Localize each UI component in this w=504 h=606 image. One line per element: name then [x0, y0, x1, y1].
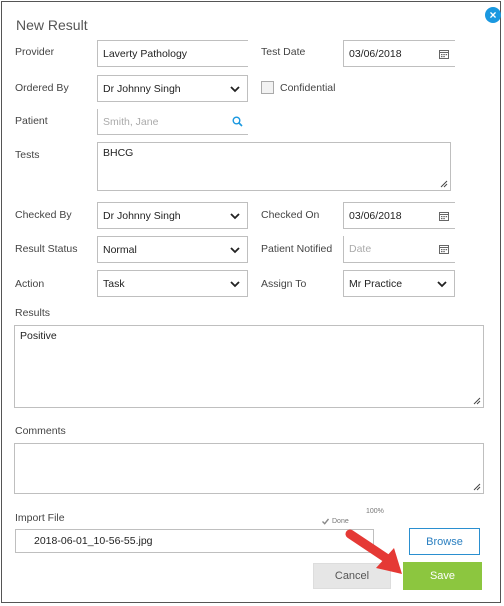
calendar-icon[interactable]	[439, 211, 449, 221]
assign-to-value: Mr Practice	[349, 277, 403, 290]
resize-handle-icon[interactable]	[440, 180, 448, 188]
patient-search-input[interactable]: Smith, Jane	[97, 109, 248, 135]
comments-textarea[interactable]	[14, 443, 484, 494]
comments-label: Comments	[15, 425, 66, 437]
results-label: Results	[15, 307, 51, 319]
ordered-by-value: Dr Johnny Singh	[103, 82, 181, 95]
checked-on-value: 03/06/2018	[349, 209, 402, 222]
chevron-down-icon	[230, 246, 240, 253]
calendar-icon[interactable]	[439, 244, 449, 254]
upload-status-text: Done	[332, 518, 349, 525]
tests-textarea[interactable]: BHCG	[97, 142, 451, 191]
action-select[interactable]: Task	[97, 270, 248, 297]
ordered-by-select[interactable]: Dr Johnny Singh	[97, 75, 248, 102]
result-status-select[interactable]: Normal	[97, 236, 248, 263]
patient-placeholder: Smith, Jane	[103, 115, 159, 128]
patient-label: Patient	[15, 115, 48, 127]
ordered-by-label: Ordered By	[15, 82, 69, 94]
assign-to-select[interactable]: Mr Practice	[343, 270, 455, 297]
calendar-icon[interactable]	[439, 49, 449, 59]
checked-by-select[interactable]: Dr Johnny Singh	[97, 202, 248, 229]
test-date-value: 03/06/2018	[349, 47, 402, 60]
test-date-input[interactable]: 03/06/2018	[343, 40, 455, 67]
upload-progress-label: 100%	[366, 508, 384, 515]
results-textarea[interactable]: Positive	[14, 325, 484, 408]
action-value: Task	[103, 277, 125, 290]
chevron-down-icon	[230, 212, 240, 219]
resize-handle-icon[interactable]	[473, 397, 481, 405]
import-file-name: 2018-06-01_10-56-55.jpg	[34, 535, 153, 547]
result-status-label: Result Status	[15, 243, 78, 255]
check-icon	[322, 518, 329, 525]
search-icon[interactable]	[232, 116, 243, 127]
confidential-label: Confidential	[280, 82, 336, 94]
tests-label: Tests	[15, 149, 40, 161]
result-status-value: Normal	[103, 243, 137, 256]
red-arrow-icon	[345, 529, 402, 574]
patient-notified-placeholder: Date	[349, 243, 372, 255]
checked-by-label: Checked By	[15, 209, 72, 221]
test-date-label: Test Date	[261, 46, 306, 58]
upload-status: Done	[322, 518, 349, 525]
new-result-dialog: New Result ×	[1, 1, 501, 603]
import-file-display: 2018-06-01_10-56-55.jpg	[15, 529, 374, 553]
chevron-down-icon	[230, 85, 240, 92]
patient-notified-input[interactable]: Date	[343, 236, 455, 263]
import-file-label: Import File	[15, 512, 65, 524]
action-label: Action	[15, 278, 45, 290]
dialog-title: New Result	[16, 17, 88, 33]
confidential-checkbox[interactable]	[261, 81, 274, 94]
tests-value: BHCG	[103, 147, 134, 159]
resize-handle-icon[interactable]	[473, 483, 481, 491]
results-value: Positive	[20, 330, 57, 342]
provider-label: Provider	[15, 46, 55, 58]
provider-input[interactable]: Laverty Pathology	[97, 40, 248, 67]
checked-on-input[interactable]: 03/06/2018	[343, 202, 455, 229]
provider-value: Laverty Pathology	[103, 47, 188, 60]
close-button[interactable]: ×	[485, 7, 501, 23]
chevron-down-icon	[437, 280, 447, 287]
chevron-down-icon	[230, 280, 240, 287]
patient-notified-label: Patient Notified	[261, 243, 333, 255]
checked-on-label: Checked On	[261, 209, 320, 221]
assign-to-label: Assign To	[261, 278, 307, 290]
checked-by-value: Dr Johnny Singh	[103, 209, 181, 222]
